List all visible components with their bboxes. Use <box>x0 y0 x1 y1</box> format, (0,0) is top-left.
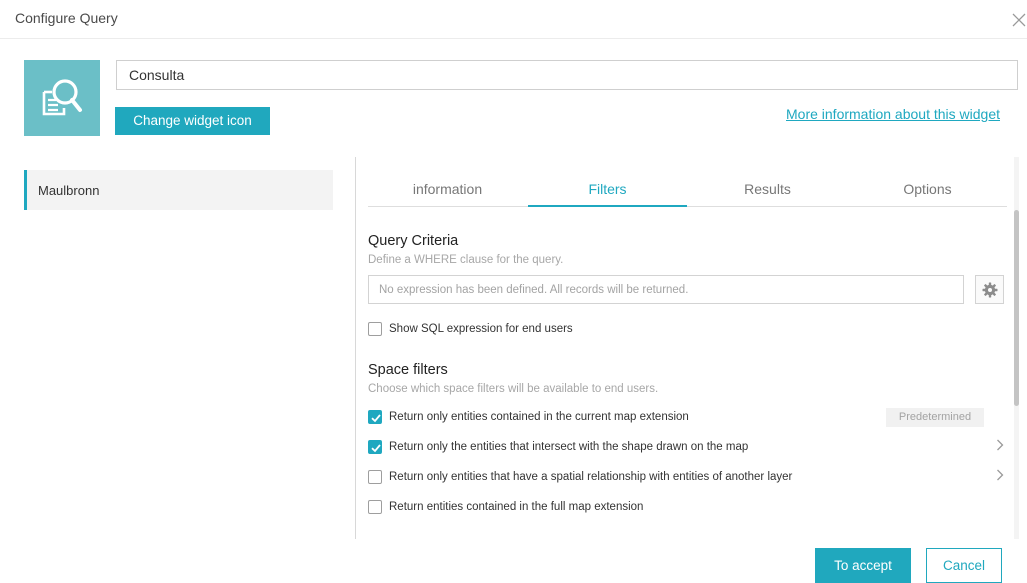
widget-icon-preview <box>24 60 100 136</box>
chevron-right-icon[interactable] <box>996 438 1004 454</box>
cancel-button[interactable]: Cancel <box>926 548 1002 583</box>
tab-results[interactable]: Results <box>688 181 847 197</box>
query-criteria-title: Query Criteria <box>368 233 459 249</box>
filter-full-extent-label: Return entities contained in the full ma… <box>389 501 644 513</box>
more-info-link[interactable]: More information about this widget <box>786 106 1000 122</box>
filter-current-extent-checkbox[interactable] <box>368 410 382 424</box>
layer-item-maulbronn[interactable]: Maulbronn <box>24 170 333 210</box>
change-widget-icon-button[interactable]: Change widget icon <box>115 107 270 135</box>
expression-settings-button[interactable] <box>975 275 1004 304</box>
space-filters-hint: Choose which space filters will be avail… <box>368 383 659 395</box>
space-filters-title: Space filters <box>368 362 448 378</box>
predetermined-badge: Predetermined <box>886 408 984 427</box>
check-icon <box>371 444 381 453</box>
tab-options[interactable]: Options <box>848 181 1007 197</box>
chevron-right-icon[interactable] <box>996 468 1004 484</box>
filter-full-extent-checkbox[interactable] <box>368 500 382 514</box>
check-icon <box>371 414 381 423</box>
tab-information[interactable]: information <box>368 181 527 197</box>
dialog-title: Configure Query <box>15 10 118 26</box>
search-document-icon <box>42 79 82 116</box>
tabs-divider <box>368 206 1007 207</box>
show-sql-label: Show SQL expression for end users <box>389 323 573 335</box>
filter-current-extent-label: Return only entities contained in the cu… <box>389 411 689 423</box>
widget-name-input[interactable] <box>116 60 1018 90</box>
filter-other-layer-checkbox[interactable] <box>368 470 382 484</box>
filter-drawn-shape-label: Return only the entities that intersect … <box>389 441 749 453</box>
scrollbar-thumb[interactable] <box>1014 210 1019 406</box>
show-sql-checkbox[interactable] <box>368 322 382 336</box>
where-expression-input[interactable] <box>368 275 964 304</box>
accept-button[interactable]: To accept <box>815 548 911 583</box>
close-icon[interactable] <box>1007 6 1027 30</box>
gear-icon <box>982 282 998 298</box>
filter-other-layer-label: Return only entities that have a spatial… <box>389 471 793 483</box>
layer-item-label: Maulbronn <box>38 183 100 198</box>
query-criteria-hint: Define a WHERE clause for the query. <box>368 254 564 266</box>
tab-filters[interactable]: Filters <box>528 181 687 197</box>
filter-drawn-shape-checkbox[interactable] <box>368 440 382 454</box>
title-divider <box>0 38 1027 39</box>
panel-divider <box>355 157 356 539</box>
active-tab-indicator <box>528 205 687 207</box>
